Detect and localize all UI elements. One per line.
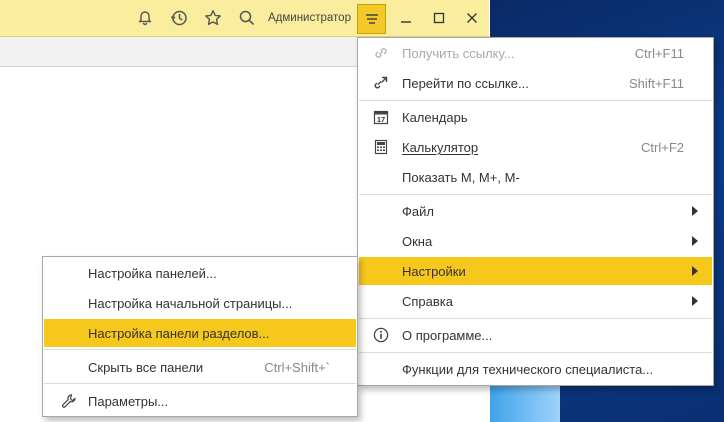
submenu-arrow-icon: [692, 296, 698, 306]
menu-item-about[interactable]: О программе...: [359, 321, 712, 349]
menu-separator: [44, 383, 356, 384]
calculator-icon: [372, 138, 390, 156]
submenu-item-sections-panel-setup[interactable]: Настройка панели разделов...: [44, 319, 356, 347]
desktop-glow: [490, 385, 560, 422]
info-icon: [372, 326, 390, 344]
menu-separator: [359, 100, 712, 101]
menu-separator: [44, 349, 356, 350]
link-icon: [372, 44, 390, 62]
settings-submenu: Настройка панелей... Настройка начальной…: [42, 256, 358, 417]
menu-item-go-to-link[interactable]: Перейти по ссылке... Shift+F11: [359, 69, 712, 97]
menu-item-windows[interactable]: Окна: [359, 227, 712, 255]
submenu-item-parameters[interactable]: Параметры...: [44, 387, 356, 415]
history-icon[interactable]: [169, 8, 189, 28]
menu-item-file[interactable]: Файл: [359, 197, 712, 225]
menu-item-show-memory[interactable]: Показать M, M+, M-: [359, 163, 712, 191]
menu-item-settings[interactable]: Настройки: [359, 257, 712, 285]
minimize-icon: [401, 21, 411, 23]
submenu-item-panels-setup[interactable]: Настройка панелей...: [44, 259, 356, 287]
submenu-item-start-page-setup[interactable]: Настройка начальной страницы...: [44, 289, 356, 317]
bell-icon[interactable]: [135, 8, 155, 28]
maximize-icon: [433, 12, 445, 24]
submenu-item-hide-all-panels[interactable]: Скрыть все панели Ctrl+Shift+`: [44, 353, 356, 381]
calendar-icon: 17: [372, 108, 390, 126]
main-menu: Получить ссылку... Ctrl+F11 Перейти по с…: [357, 37, 714, 386]
minimize-button[interactable]: [396, 8, 416, 28]
svg-text:17: 17: [377, 115, 385, 124]
menu-separator: [359, 194, 712, 195]
menu-item-calculator[interactable]: Калькулятор Ctrl+F2: [359, 133, 712, 161]
menu-separator: [359, 352, 712, 353]
submenu-arrow-icon: [692, 236, 698, 246]
menu-item-get-link[interactable]: Получить ссылку... Ctrl+F11: [359, 39, 712, 67]
maximize-button[interactable]: [429, 8, 449, 28]
close-button[interactable]: [462, 8, 482, 28]
menu-item-help[interactable]: Справка: [359, 287, 712, 315]
submenu-arrow-icon: [692, 266, 698, 276]
menu-separator: [359, 318, 712, 319]
menu-icon: [365, 14, 378, 24]
search-icon[interactable]: [237, 8, 257, 28]
current-user-label[interactable]: Администратор: [268, 12, 351, 24]
go-link-icon: [372, 74, 390, 92]
menu-item-tech-functions[interactable]: Функции для технического специалиста...: [359, 355, 712, 383]
close-icon: [467, 13, 477, 23]
star-icon[interactable]: [203, 8, 223, 28]
menu-item-calendar[interactable]: 17 Календарь: [359, 103, 712, 131]
submenu-arrow-icon: [692, 206, 698, 216]
wrench-icon: [60, 392, 78, 410]
title-bar: Администратор: [0, 0, 489, 37]
main-menu-button[interactable]: [357, 4, 386, 34]
